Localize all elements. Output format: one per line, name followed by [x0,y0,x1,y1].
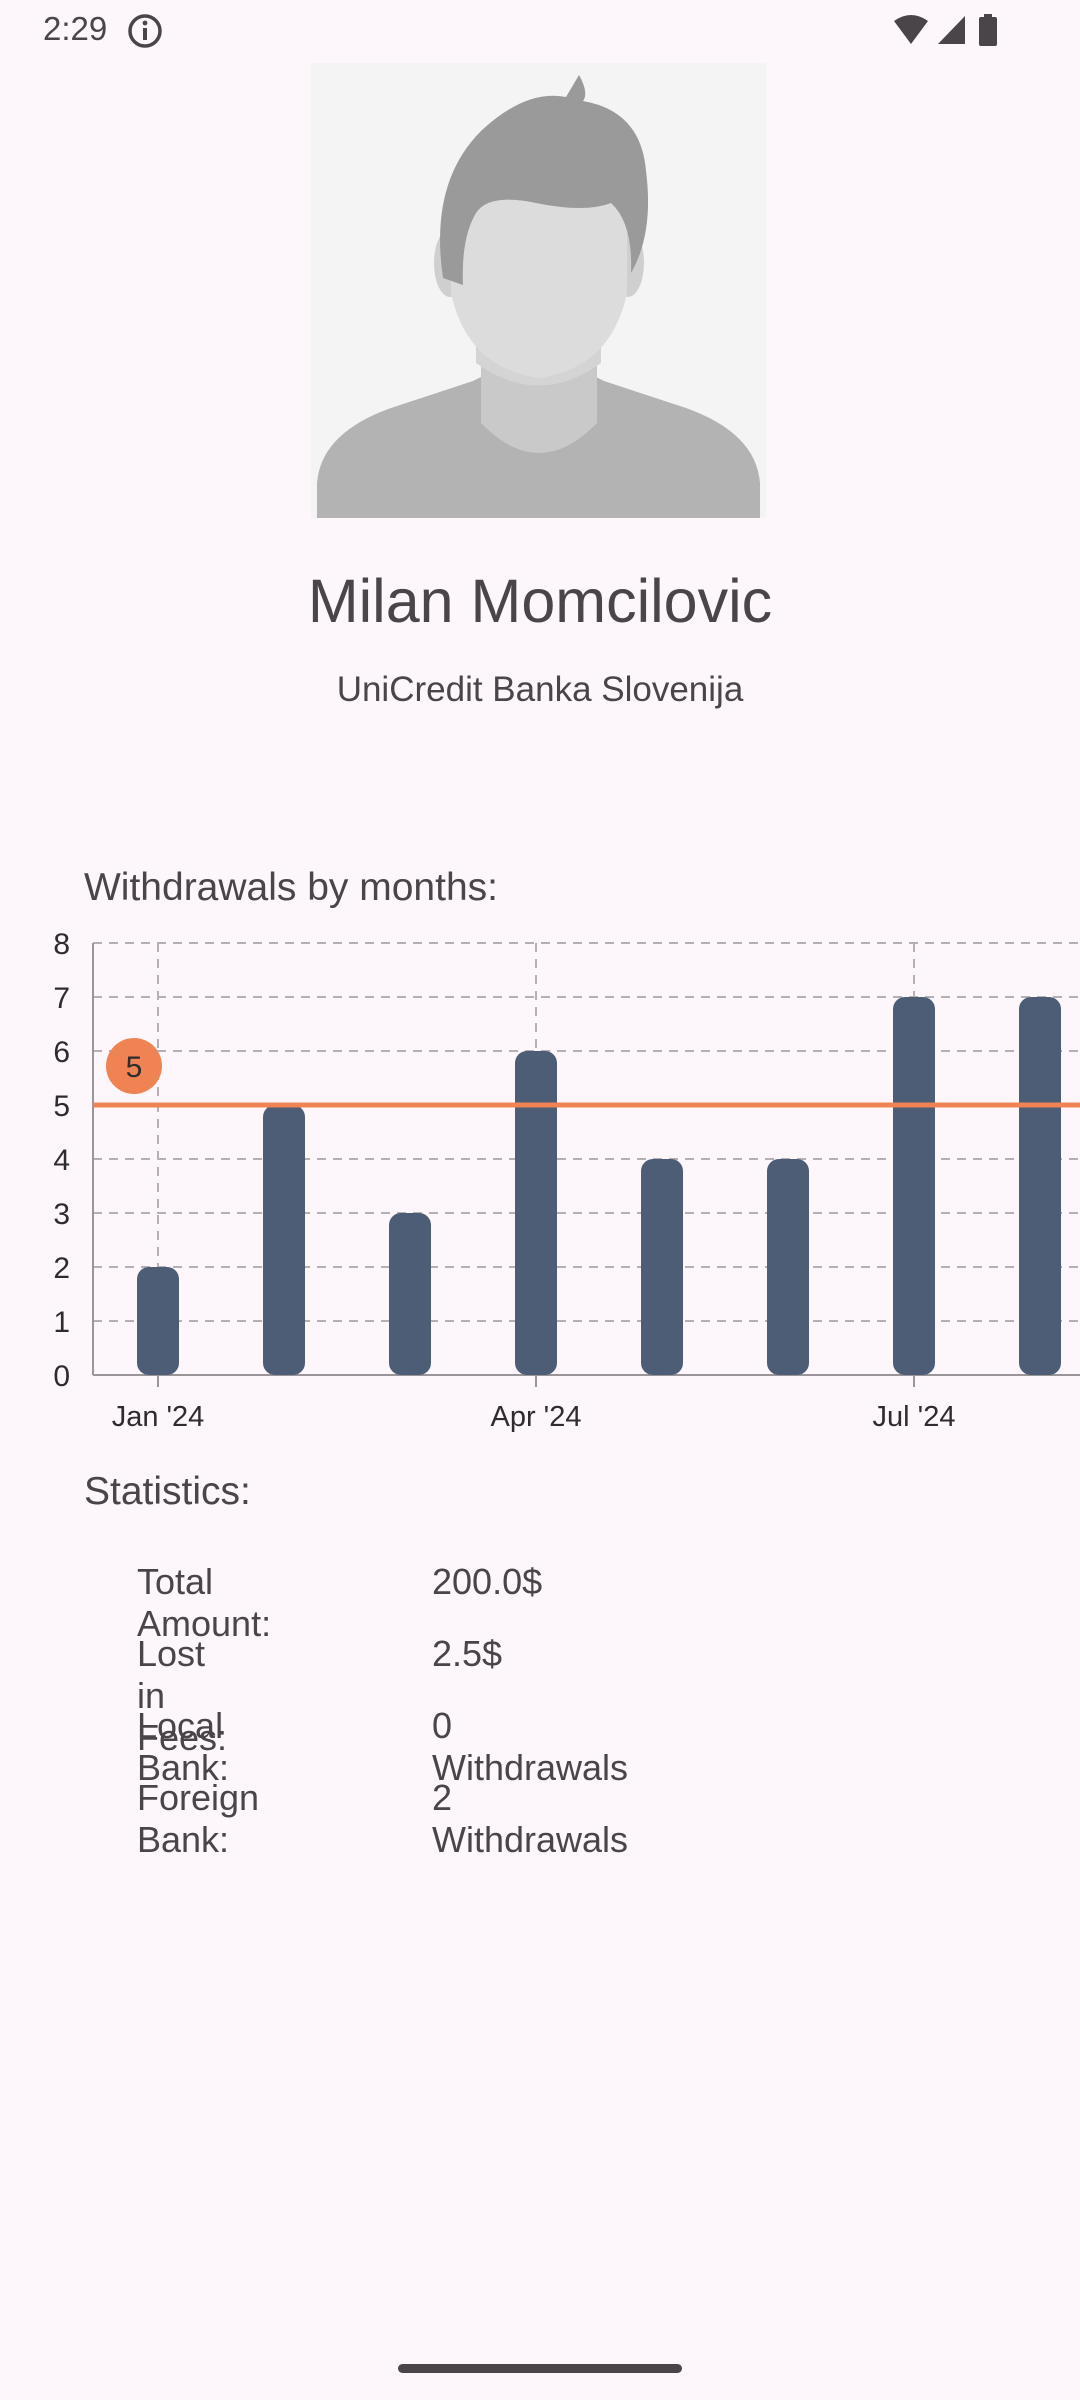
y-tick-label: 8 [53,928,70,961]
cellular-signal-icon [938,16,965,44]
y-tick-label: 1 [53,1306,70,1339]
x-tick-label: Jul '24 [873,1401,956,1433]
bar [767,1159,809,1375]
user-name: Milan Momcilovic [307,567,773,635]
stat-value: 200.0$ [432,1561,543,1602]
statistics-title: Statistics: [84,1470,251,1513]
x-tick-label: Jan '24 [112,1401,205,1433]
bar [263,1105,305,1375]
stat-value: 2 Withdrawals [432,1777,629,1860]
status-time: 2:29 [43,10,108,47]
y-tick-label: 6 [53,1036,70,1069]
bar [893,997,935,1375]
y-tick-label: 7 [53,982,70,1015]
y-tick-label: 5 [53,1090,70,1123]
bar [137,1267,179,1375]
bar [1019,997,1061,1375]
wifi-icon [894,15,928,44]
y-tick-label: 4 [53,1144,70,1177]
bar [515,1051,557,1375]
reference-label: 5 [126,1051,143,1084]
status-bar: 2:29 [0,0,1080,62]
bar [389,1213,431,1375]
info-icon [126,12,164,55]
y-tick-label: 0 [53,1360,70,1393]
bank-name: UniCredit Banka Slovenija [336,670,744,709]
y-tick-label: 3 [53,1198,70,1231]
stat-label: Foreign Bank: [137,1777,260,1860]
status-icons [892,12,1008,53]
withdrawals-title: Withdrawals by months: [84,866,498,909]
x-tick-label: Apr '24 [491,1401,582,1433]
battery-icon [979,14,997,46]
home-indicator[interactable] [398,2364,682,2373]
bar [641,1159,683,1375]
y-tick-label: 2 [53,1252,70,1285]
stat-value: 2.5$ [432,1633,503,1674]
avatar [311,63,766,518]
withdrawals-chart: 0 1 2 3 4 5 6 7 8 Jan '24 Apr '24 Jul '24 5 [53,928,1080,1433]
